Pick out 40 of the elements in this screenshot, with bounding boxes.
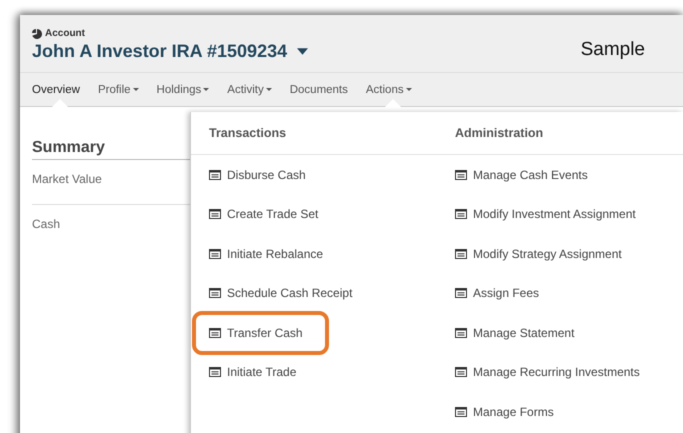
menu-item[interactable]: Modify Investment Assignment bbox=[437, 194, 683, 234]
list-icon bbox=[455, 328, 467, 338]
list-icon bbox=[455, 367, 467, 378]
menu-item[interactable]: Manage Cash Events bbox=[437, 155, 683, 194]
list-icon bbox=[209, 328, 221, 338]
list-icon bbox=[209, 209, 221, 220]
menu-item[interactable]: Manage Statement bbox=[437, 313, 683, 352]
list-icon bbox=[455, 248, 467, 259]
menu-item[interactable]: Manage Recurring Investments bbox=[437, 352, 683, 392]
list-icon bbox=[455, 170, 467, 180]
menu-item[interactable]: Modify Strategy Assignment bbox=[437, 234, 683, 274]
menu-heading: Administration bbox=[455, 126, 544, 140]
menu-item[interactable]: Disburse Cash bbox=[191, 155, 437, 194]
menu-item[interactable]: Schedule Cash Receipt bbox=[191, 274, 437, 313]
menu-item[interactable]: Initiate Trade bbox=[191, 352, 437, 392]
list-icon bbox=[209, 367, 221, 378]
menu-item[interactable]: Assign Fees bbox=[437, 274, 683, 313]
list-icon bbox=[209, 288, 221, 298]
account-label: Account bbox=[45, 28, 85, 39]
menu-item[interactable]: Initiate Rebalance bbox=[191, 234, 437, 274]
caret-icon[interactable] bbox=[297, 48, 308, 55]
account-title: John A Investor IRA #1509234 bbox=[32, 41, 288, 62]
nav-tab[interactable]: Holdings bbox=[156, 73, 218, 106]
list-icon bbox=[455, 209, 467, 220]
menu-heading: Transactions bbox=[209, 126, 286, 140]
nav-tab[interactable]: Profile bbox=[98, 73, 147, 106]
summary-label: Cash bbox=[32, 217, 60, 231]
list-icon bbox=[209, 170, 221, 180]
nav-tab[interactable]: Documents bbox=[290, 73, 356, 106]
pie-chart-icon bbox=[32, 28, 42, 38]
nav-tab[interactable]: Activity bbox=[227, 73, 280, 106]
nav-tab[interactable]: Overview bbox=[32, 73, 88, 106]
menu-item[interactable]: Manage Forms bbox=[437, 392, 683, 432]
menu-item[interactable]: Transfer Cash bbox=[194, 313, 327, 352]
list-icon bbox=[455, 406, 467, 417]
menu-item[interactable]: Create Trade Set bbox=[191, 194, 437, 234]
list-icon bbox=[209, 248, 221, 259]
summary-label: Market Value bbox=[32, 172, 102, 186]
sample-label: Sample bbox=[580, 39, 645, 62]
list-icon bbox=[455, 288, 467, 298]
